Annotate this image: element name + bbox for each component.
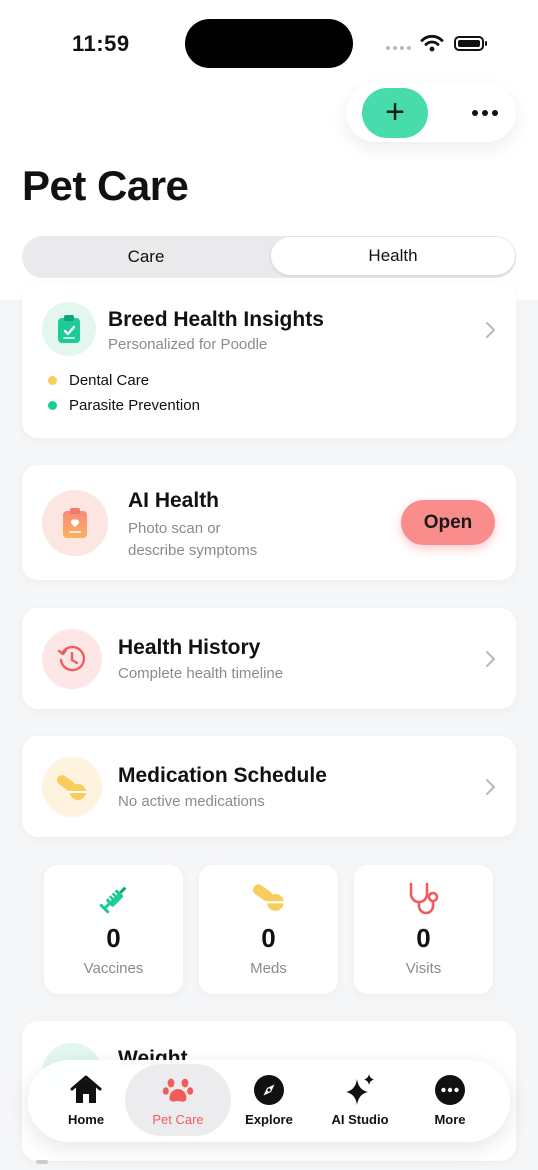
vaccines-label: Vaccines xyxy=(83,960,144,977)
pills-icon xyxy=(42,757,102,817)
clipboard-heart-icon xyxy=(42,490,108,556)
meds-label: Meds xyxy=(250,960,287,977)
insight-item-parasite: Parasite Prevention xyxy=(48,397,200,414)
add-button[interactable]: + xyxy=(362,88,428,138)
home-icon xyxy=(69,1072,103,1108)
care-health-segmented-control: Care Health xyxy=(22,236,516,278)
visits-label: Visits xyxy=(405,960,442,977)
compass-icon xyxy=(253,1072,285,1108)
history-clock-icon xyxy=(42,629,102,689)
visits-count: 0 xyxy=(416,923,431,953)
wifi-icon xyxy=(420,34,444,52)
tab-home-label: Home xyxy=(67,1112,105,1127)
pills-icon xyxy=(199,881,338,917)
dynamic-island xyxy=(185,19,353,68)
medication-title: Medication Schedule xyxy=(118,764,327,787)
tab-more-label: More xyxy=(434,1112,466,1127)
clipboard-health-icon xyxy=(42,302,96,356)
chevron-right-icon xyxy=(486,651,495,667)
page-title: Pet Care xyxy=(22,162,189,209)
breed-card-subtitle: Personalized for Poodle xyxy=(108,336,268,353)
vaccines-stat[interactable]: 0 Vaccines xyxy=(44,865,183,994)
vaccines-count: 0 xyxy=(106,923,121,953)
ai-health-title: AI Health xyxy=(128,489,220,512)
more-options-button[interactable] xyxy=(462,100,508,126)
ai-health-subtitle-1: Photo scan or xyxy=(128,520,221,537)
yellow-dot-icon xyxy=(48,376,57,385)
insight-label: Dental Care xyxy=(69,372,150,389)
scroll-indicator xyxy=(36,1160,48,1164)
medication-subtitle: No active medications xyxy=(118,793,265,810)
visits-stat[interactable]: 0 Visits xyxy=(354,865,493,994)
tab-home[interactable]: Home xyxy=(52,1064,120,1136)
meds-stat[interactable]: 0 Meds xyxy=(199,865,338,994)
breed-health-insights-card[interactable]: Breed Health Insights Personalized for P… xyxy=(22,282,516,438)
insight-item-dental: Dental Care xyxy=(48,372,149,389)
paw-icon xyxy=(162,1072,194,1108)
stethoscope-icon xyxy=(354,881,493,917)
open-ai-health-button[interactable]: Open xyxy=(401,500,495,545)
sparkles-icon xyxy=(343,1072,377,1108)
tab-pet-care-label: Pet Care xyxy=(152,1112,204,1127)
tab-explore[interactable]: Explore xyxy=(236,1064,302,1136)
health-history-title: Health History xyxy=(118,636,261,659)
tab-ai-studio[interactable]: AI Studio xyxy=(324,1064,396,1136)
bottom-tab-bar: Home Pet Care Explore AI Studio More xyxy=(28,1060,510,1142)
medication-schedule-card[interactable]: Medication Schedule No active medication… xyxy=(22,736,516,837)
health-history-card[interactable]: Health History Complete health timeline xyxy=(22,608,516,709)
battery-icon xyxy=(454,36,487,51)
green-dot-icon xyxy=(48,401,57,410)
health-history-subtitle: Complete health timeline xyxy=(118,665,284,682)
ellipsis-icon xyxy=(472,110,478,116)
plus-icon: + xyxy=(385,92,405,131)
chevron-right-icon xyxy=(486,322,495,338)
meds-count: 0 xyxy=(261,923,276,953)
segment-care[interactable]: Care xyxy=(22,236,270,278)
syringe-icon xyxy=(44,881,183,917)
tab-more[interactable]: More xyxy=(422,1064,478,1136)
cellular-signal-icon xyxy=(386,46,411,50)
insight-label: Parasite Prevention xyxy=(69,397,200,414)
more-circle-icon xyxy=(434,1072,466,1108)
tab-pet-care[interactable]: Pet Care xyxy=(125,1064,231,1136)
header-action-pill: + xyxy=(346,84,516,142)
tab-ai-studio-label: AI Studio xyxy=(331,1112,389,1127)
chevron-right-icon xyxy=(486,779,495,795)
status-time: 11:59 xyxy=(72,31,130,56)
tab-explore-label: Explore xyxy=(245,1112,293,1127)
ai-health-subtitle-2: describe symptoms xyxy=(128,542,258,559)
segment-health[interactable]: Health xyxy=(271,237,515,275)
ai-health-card[interactable]: AI Health Photo scan or describe symptom… xyxy=(22,465,516,580)
breed-card-title: Breed Health Insights xyxy=(108,308,324,331)
